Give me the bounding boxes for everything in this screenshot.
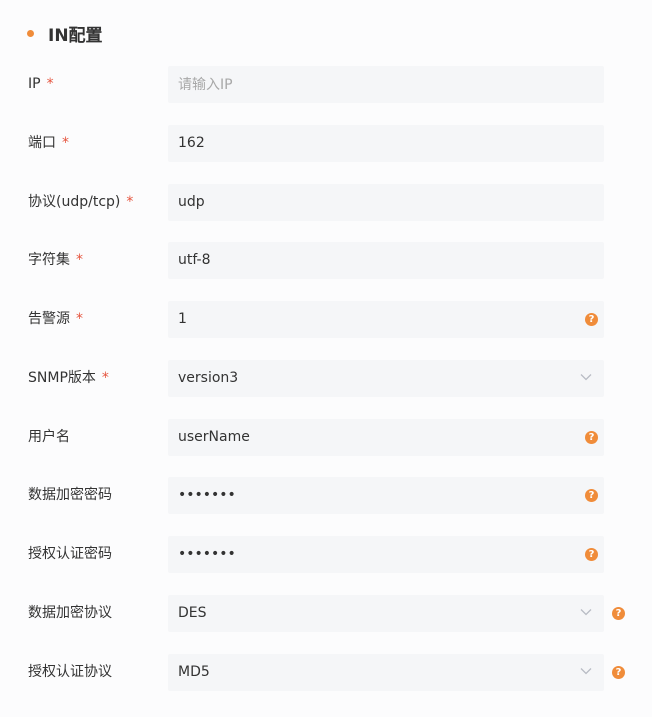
form-row-ip: IP * xyxy=(0,66,652,103)
charset-value: utf-8 xyxy=(178,252,211,268)
snmp-version-value: version3 xyxy=(178,370,239,386)
question-icon[interactable]: ? xyxy=(585,313,598,326)
auth-protocol-value: MD5 xyxy=(178,664,210,680)
form-row-encrypt-protocol: 数据加密协议 DES ? xyxy=(0,595,652,632)
form-row-snmp-version: SNMP版本 * version3 xyxy=(0,360,652,397)
alarm-source-input[interactable]: 1 ? xyxy=(168,301,604,338)
question-icon[interactable]: ? xyxy=(585,489,598,502)
chevron-down-icon xyxy=(580,374,592,381)
encrypt-password-value: ••••••• xyxy=(178,487,236,503)
form-row-encrypt-password: 数据加密密码 ••••••• ? xyxy=(0,477,652,514)
required-marker: * xyxy=(101,370,109,386)
auth-protocol-select[interactable]: MD5 xyxy=(168,654,604,691)
field-label: 用户名 xyxy=(28,429,70,445)
section-header: IN配置 xyxy=(27,20,103,46)
field-label: 协议(udp/tcp) * xyxy=(28,194,134,210)
ip-input[interactable] xyxy=(168,66,568,103)
field-label: 端口 * xyxy=(28,135,69,151)
form-row-protocol: 协议(udp/tcp) * udp xyxy=(0,184,652,221)
field-label: 授权认证协议 xyxy=(28,664,112,680)
form-row-charset: 字符集 * utf-8 xyxy=(0,242,652,279)
port-input[interactable]: 162 xyxy=(168,125,604,162)
username-input[interactable]: userName ? xyxy=(168,419,604,456)
required-marker: * xyxy=(46,76,54,92)
question-icon[interactable]: ? xyxy=(612,666,625,679)
protocol-input[interactable]: udp xyxy=(168,184,604,221)
ip-field-wrapper xyxy=(168,66,604,103)
form-row-auth-password: 授权认证密码 ••••••• ? xyxy=(0,536,652,573)
charset-input[interactable]: utf-8 xyxy=(168,242,604,279)
section-dot-icon xyxy=(27,29,34,37)
required-marker: * xyxy=(62,135,69,151)
port-value: 162 xyxy=(178,135,205,151)
field-label: 授权认证密码 xyxy=(28,546,112,562)
auth-password-input[interactable]: ••••••• ? xyxy=(168,536,604,573)
field-label: IP * xyxy=(28,76,54,92)
encrypt-password-input[interactable]: ••••••• ? xyxy=(168,477,604,514)
form-row-port: 端口 * 162 xyxy=(0,125,652,162)
field-label: 数据加密协议 xyxy=(28,605,112,621)
form-row-auth-protocol: 授权认证协议 MD5 ? xyxy=(0,654,652,691)
protocol-value: udp xyxy=(178,194,205,210)
encrypt-protocol-value: DES xyxy=(178,605,207,621)
chevron-down-icon xyxy=(580,609,592,616)
required-marker: * xyxy=(76,252,83,268)
required-marker: * xyxy=(126,194,134,210)
auth-password-value: ••••••• xyxy=(178,546,236,562)
required-marker: * xyxy=(76,311,83,327)
form-row-username: 用户名 userName ? xyxy=(0,419,652,456)
field-label: 告警源 * xyxy=(28,311,83,327)
chevron-down-icon xyxy=(580,668,592,675)
question-icon[interactable]: ? xyxy=(585,548,598,561)
field-label: 数据加密密码 xyxy=(28,487,112,503)
field-label: SNMP版本 * xyxy=(28,370,109,386)
field-label: 字符集 * xyxy=(28,252,83,268)
question-icon[interactable]: ? xyxy=(585,431,598,444)
form-row-alarm-source: 告警源 * 1 ? xyxy=(0,301,652,338)
alarm-source-value: 1 xyxy=(178,311,187,327)
username-value: userName xyxy=(178,429,250,445)
question-icon[interactable]: ? xyxy=(612,607,625,620)
section-title: IN配置 xyxy=(48,25,103,46)
snmp-version-select[interactable]: version3 xyxy=(168,360,604,397)
encrypt-protocol-select[interactable]: DES xyxy=(168,595,604,632)
